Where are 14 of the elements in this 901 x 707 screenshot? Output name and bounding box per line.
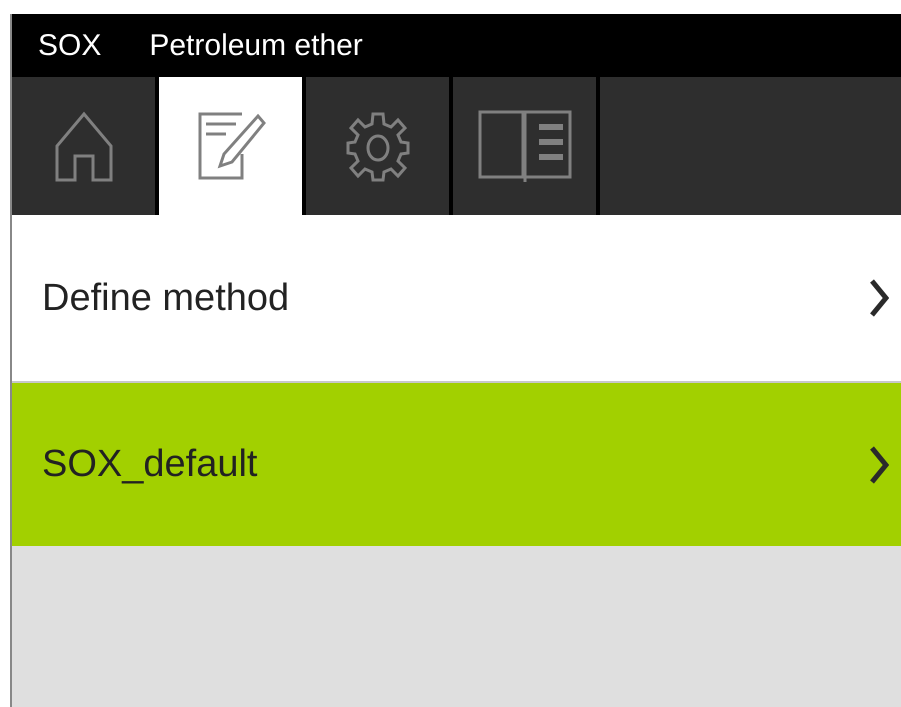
home-icon — [54, 110, 114, 182]
tab[interactable] — [306, 77, 449, 215]
manual-icon — [476, 109, 572, 183]
chevron-icon — [869, 444, 889, 484]
menu-item[interactable]: SOX_default — [12, 383, 901, 546]
tab[interactable] — [12, 77, 155, 215]
edit-icon — [196, 110, 266, 182]
solvent-label: Petroleum ether — [149, 28, 363, 64]
program-label: SOX — [38, 28, 102, 64]
tab[interactable] — [159, 77, 302, 215]
chevron-icon — [869, 278, 889, 318]
tab[interactable] — [453, 77, 596, 215]
gear-icon — [346, 110, 410, 182]
menu-item[interactable]: Define method — [12, 215, 901, 383]
